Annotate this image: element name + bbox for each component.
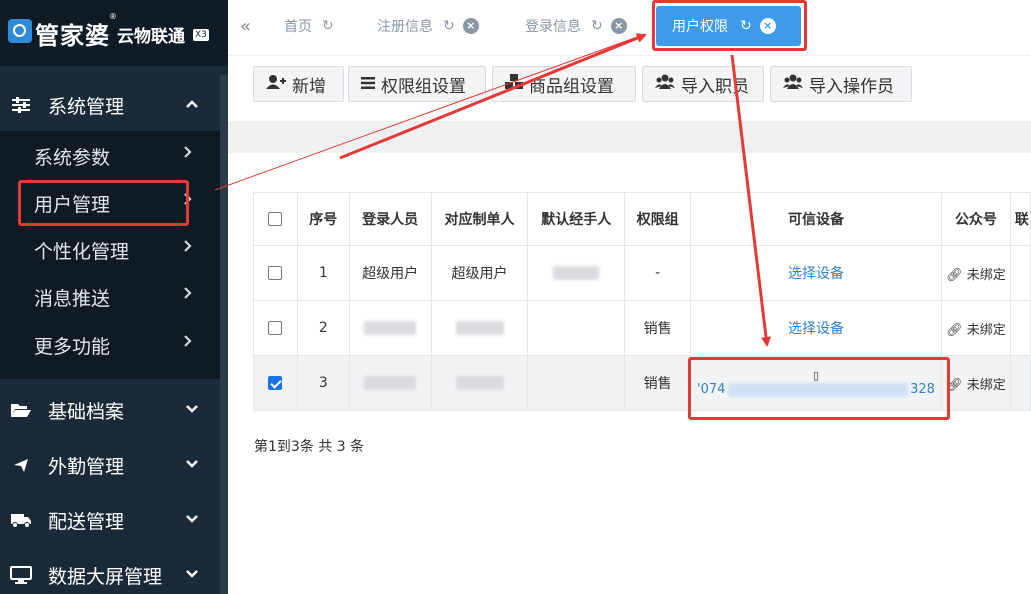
arrow-to-permission-tab — [339, 33, 647, 160]
arrow-to-trusted-device — [730, 54, 772, 347]
thin-arrow-line — [214, 35, 641, 191]
screen: 管家婆 ® 云物联通 X3 系统管理 系统参数 用户管理 个性化管理 消息推送 … — [0, 0, 1031, 594]
annotation-arrows — [214, 33, 772, 347]
